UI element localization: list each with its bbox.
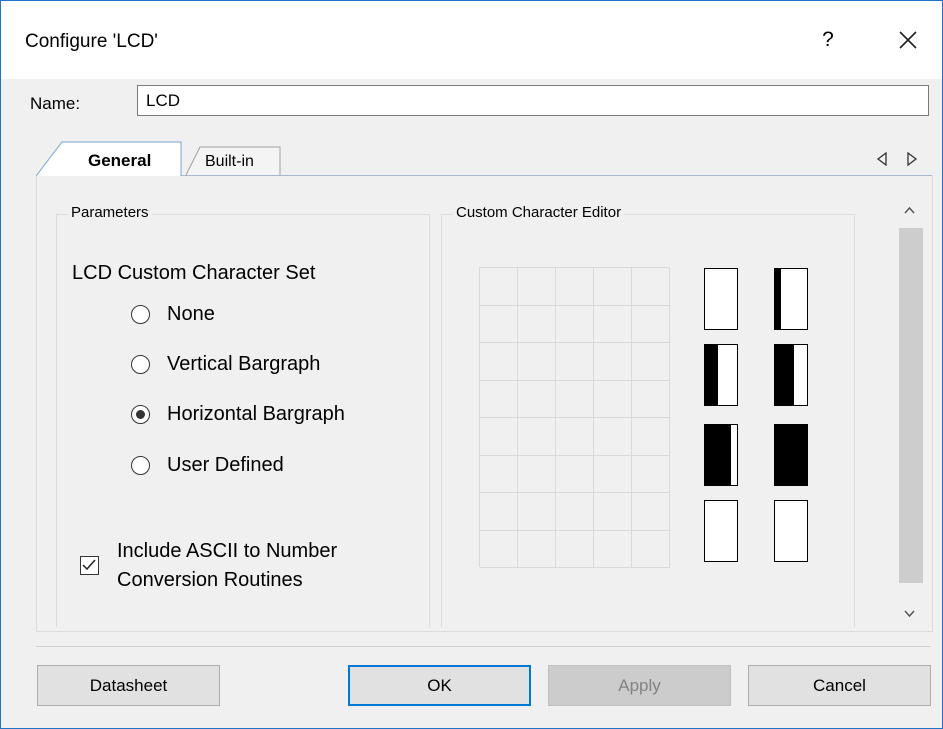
grid-cell[interactable] (556, 380, 594, 418)
radio-circle (131, 456, 150, 475)
character-pixel-grid[interactable] (479, 267, 670, 568)
radio-vertical-bargraph-label: Vertical Bargraph (167, 353, 321, 375)
character-set-title: LCD Custom Character Set (72, 262, 316, 284)
chevron-left-icon (876, 151, 887, 167)
grid-cell[interactable] (556, 418, 594, 456)
grid-cell[interactable] (632, 493, 670, 531)
grid-cell[interactable] (594, 493, 632, 531)
character-preview[interactable] (704, 424, 738, 486)
grid-cell[interactable] (632, 380, 670, 418)
grid-cell[interactable] (556, 343, 594, 381)
grid-cell[interactable] (594, 380, 632, 418)
grid-cell[interactable] (480, 268, 518, 306)
character-preview[interactable] (774, 500, 808, 562)
grid-cell[interactable] (518, 418, 556, 456)
apply-button[interactable]: Apply (548, 665, 731, 706)
include-ascii-checkbox[interactable] (80, 556, 99, 575)
include-ascii-label-line1: Include ASCII to Number (117, 540, 338, 562)
grid-cell[interactable] (480, 418, 518, 456)
grid-cell[interactable] (594, 530, 632, 568)
checkmark-icon (82, 559, 96, 571)
character-preview[interactable] (704, 268, 738, 330)
grid-cell[interactable] (480, 493, 518, 531)
grid-cell[interactable] (556, 305, 594, 343)
chevron-down-icon (904, 610, 915, 618)
radio-user-defined-label: User Defined (167, 454, 284, 476)
tab-general[interactable]: General (36, 141, 182, 177)
radio-circle-selected (131, 405, 150, 424)
character-preview[interactable] (774, 344, 808, 406)
grid-cell[interactable] (480, 380, 518, 418)
grid-cell[interactable] (594, 268, 632, 306)
radio-horizontal-bargraph-label: Horizontal Bargraph (167, 403, 345, 425)
title-bar[interactable]: Configure 'LCD' ? (1, 1, 942, 79)
chevron-right-icon (907, 151, 918, 167)
character-preview-fill (775, 345, 795, 405)
name-label: Name: (30, 94, 81, 113)
include-ascii-label[interactable]: Include ASCII to Number Conversion Routi… (117, 537, 337, 595)
character-preview-fill (775, 425, 807, 485)
cancel-button[interactable]: Cancel (748, 665, 931, 706)
close-icon (899, 31, 917, 49)
grid-cell[interactable] (632, 343, 670, 381)
character-preview-fill (775, 269, 782, 329)
tab-scroll-right-button[interactable] (906, 151, 918, 167)
character-preview[interactable] (774, 424, 808, 486)
character-preview-fill (705, 345, 718, 405)
grid-cell[interactable] (556, 530, 594, 568)
grid-cell[interactable] (594, 305, 632, 343)
grid-cell[interactable] (632, 455, 670, 493)
tab-general-label: General (88, 151, 152, 170)
close-button[interactable] (893, 25, 923, 55)
grid-cell[interactable] (518, 268, 556, 306)
character-preview[interactable] (704, 344, 738, 406)
chevron-up-icon (904, 206, 915, 214)
grid-cell[interactable] (632, 530, 670, 568)
radio-selected-dot (136, 410, 145, 419)
window-title: Configure 'LCD' (25, 31, 158, 52)
scrollbar-thumb[interactable] (899, 228, 923, 583)
tab-built-in-label: Built-in (205, 153, 254, 170)
name-input[interactable] (137, 85, 929, 116)
character-preview-fill (705, 425, 731, 485)
scroll-down-button[interactable] (896, 602, 923, 626)
grid-cell[interactable] (518, 455, 556, 493)
help-button[interactable]: ? (813, 25, 843, 55)
grid-cell[interactable] (594, 343, 632, 381)
tab-built-in[interactable]: Built-in (186, 146, 281, 176)
radio-circle (131, 305, 150, 324)
grid-cell[interactable] (556, 268, 594, 306)
ok-button[interactable]: OK (348, 665, 531, 706)
grid-cell[interactable] (518, 530, 556, 568)
grid-cell[interactable] (480, 343, 518, 381)
tab-scroll-left-button[interactable] (876, 151, 888, 167)
scroll-up-button[interactable] (896, 198, 923, 222)
grid-cell[interactable] (480, 455, 518, 493)
character-preview[interactable] (704, 500, 738, 562)
radio-none-label: None (167, 303, 215, 325)
grid-cell[interactable] (556, 493, 594, 531)
grid-cell[interactable] (518, 305, 556, 343)
grid-cell[interactable] (480, 305, 518, 343)
grid-cell[interactable] (518, 343, 556, 381)
datasheet-button[interactable]: Datasheet (37, 665, 220, 706)
grid-cell[interactable] (518, 380, 556, 418)
include-ascii-label-line2: Conversion Routines (117, 569, 303, 591)
grid-cell[interactable] (556, 455, 594, 493)
grid-cell[interactable] (480, 530, 518, 568)
grid-cell[interactable] (632, 268, 670, 306)
button-separator (36, 646, 931, 647)
radio-circle (131, 355, 150, 374)
grid-cell[interactable] (518, 493, 556, 531)
grid-cell[interactable] (594, 418, 632, 456)
custom-character-editor-title: Custom Character Editor (453, 204, 625, 221)
grid-cell[interactable] (632, 418, 670, 456)
grid-cell[interactable] (594, 455, 632, 493)
grid-cell[interactable] (632, 305, 670, 343)
character-preview[interactable] (774, 268, 808, 330)
parameters-group-title: Parameters (68, 204, 152, 221)
